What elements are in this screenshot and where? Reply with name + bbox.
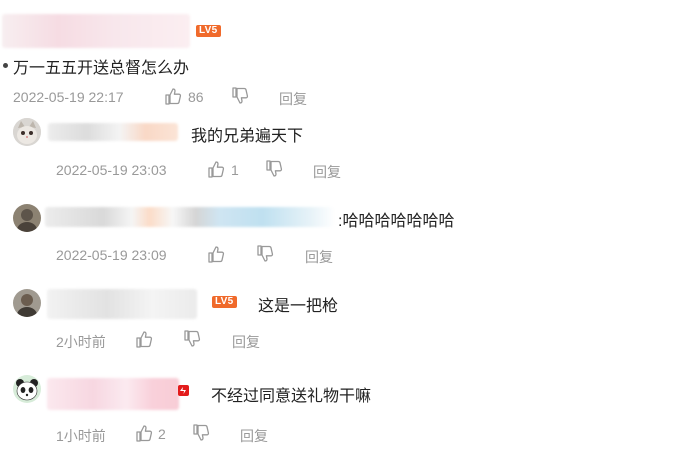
like-count: 86 (188, 89, 204, 105)
thumb-up-icon[interactable] (206, 159, 226, 179)
username-blurred[interactable] (47, 378, 179, 410)
comment-1: 我的兄弟遍天下 2022-05-19 23:03 1 回复 (0, 115, 678, 195)
panda-avatar-icon (13, 375, 41, 403)
bullet-icon (3, 63, 8, 68)
timestamp: 2022-05-19 22:17 (13, 89, 124, 105)
red-badge-icon (178, 385, 189, 396)
username-blurred[interactable] (48, 123, 178, 141)
level-badge: LV5 (196, 25, 221, 37)
avatar[interactable] (13, 289, 41, 317)
photo-avatar-icon (13, 204, 41, 232)
like-count: 1 (231, 162, 239, 178)
thumb-up-icon[interactable] (134, 423, 154, 443)
username-blurred[interactable] (47, 289, 197, 319)
photo-avatar-icon (13, 289, 41, 317)
comment-4: 不经过同意送礼物干嘛 1小时前 2 回复 (0, 365, 678, 450)
comment-text: 万一五五开送总督怎么办 (13, 60, 190, 77)
comment-text: :哈哈哈哈哈哈哈 (338, 213, 455, 230)
thumb-down-icon[interactable] (230, 86, 250, 106)
timestamp: 2小时前 (56, 334, 106, 350)
comment-2: :哈哈哈哈哈哈哈 2022-05-19 23:09 回复 (0, 195, 678, 280)
reply-button[interactable]: 回复 (279, 89, 307, 109)
reply-button[interactable]: 回复 (232, 332, 260, 352)
avatar[interactable] (13, 118, 41, 146)
reply-button[interactable]: 回复 (305, 247, 333, 267)
reply-button[interactable]: 回复 (313, 162, 341, 182)
level-badge: LV5 (212, 296, 237, 308)
reply-button[interactable]: 回复 (240, 426, 268, 446)
thumb-down-icon[interactable] (182, 329, 202, 349)
comment-text: 不经过同意送礼物干嘛 (211, 388, 372, 405)
comment-text: 我的兄弟遍天下 (191, 128, 304, 145)
comment-3: LV5 这是一把枪 2小时前 回复 (0, 280, 678, 365)
thumb-down-icon[interactable] (264, 159, 284, 179)
comment-text: 这是一把枪 (258, 298, 339, 315)
thumb-up-icon[interactable] (134, 329, 154, 349)
thumb-down-icon[interactable] (191, 423, 211, 443)
username-blurred[interactable] (2, 14, 190, 48)
thumb-up-icon[interactable] (206, 244, 226, 264)
thumb-down-icon[interactable] (255, 244, 275, 264)
like-count: 2 (158, 426, 166, 442)
cat-avatar-icon (13, 118, 41, 146)
comment-0: LV5 万一五五开送总督怎么办 2022-05-19 22:17 86 回复 (0, 0, 678, 115)
avatar[interactable] (13, 204, 41, 232)
avatar[interactable] (13, 375, 41, 403)
timestamp: 2022-05-19 23:03 (56, 162, 167, 178)
username-blurred[interactable] (45, 207, 335, 227)
thumb-up-icon[interactable] (163, 86, 183, 106)
timestamp: 2022-05-19 23:09 (56, 247, 167, 263)
timestamp: 1小时前 (56, 428, 106, 444)
